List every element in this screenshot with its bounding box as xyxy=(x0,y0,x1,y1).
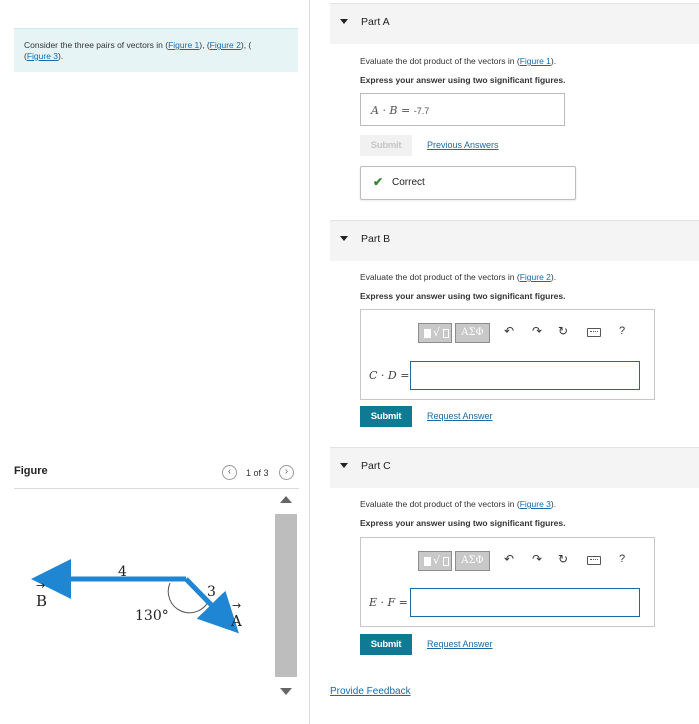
part-a-question-end: ). xyxy=(550,56,557,66)
figure-title: Figure xyxy=(14,465,48,477)
part-b-question-text: Evaluate the dot product of the vectors … xyxy=(360,272,520,282)
part-b-submit-button[interactable]: Submit xyxy=(360,406,412,427)
part-a-expression: A · B = -7.7 xyxy=(371,104,429,117)
vector-a-arrow-mark: → xyxy=(232,599,241,612)
part-b-request-answer-link[interactable]: Request Answer xyxy=(427,411,493,421)
figure-1-link[interactable]: Figure 1 xyxy=(168,40,199,50)
collapse-triangle-icon[interactable] xyxy=(340,463,348,468)
vector-a-label: A xyxy=(230,612,242,630)
figure-scrollbar[interactable] xyxy=(275,496,297,704)
undo-icon[interactable]: ↶ xyxy=(504,552,514,566)
part-b-expression: C · D = xyxy=(369,369,410,382)
part-b-title: Part B xyxy=(361,233,391,245)
greek-symbols-button[interactable]: ΑΣΦ xyxy=(455,323,490,343)
intro-sep-1: ), ( xyxy=(199,40,210,50)
part-a-question: Evaluate the dot product of the vectors … xyxy=(360,56,556,66)
provide-feedback-link[interactable]: Provide Feedback xyxy=(330,686,411,697)
figure-2-link[interactable]: Figure 2 xyxy=(210,40,241,50)
part-c-instruction: Express your answer using two significan… xyxy=(360,518,566,528)
vector-b-length: 4 xyxy=(118,564,127,580)
previous-answers-link[interactable]: Previous Answers xyxy=(427,140,499,150)
redo-icon[interactable]: ↷ xyxy=(532,324,542,338)
part-c-question: Evaluate the dot product of the vectors … xyxy=(360,499,556,509)
undo-icon[interactable]: ↶ xyxy=(504,324,514,338)
part-a-question-text: Evaluate the dot product of the vectors … xyxy=(360,56,520,66)
chevron-right-icon[interactable]: › xyxy=(279,465,294,480)
vector-figure: B → 4 3 130° A → xyxy=(31,559,242,634)
part-c-request-answer-link[interactable]: Request Answer xyxy=(427,639,493,649)
chevron-left-icon[interactable]: ‹ xyxy=(222,465,237,480)
part-c-expression: E · F = xyxy=(369,596,408,609)
help-icon[interactable]: ? xyxy=(619,553,625,565)
angle-label: 130° xyxy=(135,608,169,624)
part-b-math-panel: √ ΑΣΦ ↶ ↷ ↻ ? C · D = xyxy=(360,309,655,400)
part-a-title: Part A xyxy=(361,16,390,28)
problem-intro: Consider the three pairs of vectors in (… xyxy=(14,28,298,72)
keyboard-icon[interactable] xyxy=(587,556,601,565)
part-b-header[interactable]: Part B xyxy=(330,220,699,261)
scroll-thumb[interactable] xyxy=(275,514,297,677)
column-divider xyxy=(309,0,310,724)
reset-icon[interactable]: ↻ xyxy=(558,324,568,338)
part-c-title: Part C xyxy=(361,460,391,472)
help-icon[interactable]: ? xyxy=(619,325,625,337)
collapse-triangle-icon[interactable] xyxy=(340,236,348,241)
part-c-answer-input[interactable] xyxy=(410,588,640,617)
part-a-answer-value: -7.7 xyxy=(413,106,430,116)
part-c-math-panel: √ ΑΣΦ ↶ ↷ ↻ ? E · F = xyxy=(360,537,655,627)
figure-3-link[interactable]: Figure 3 xyxy=(27,51,58,61)
part-b-figure-link[interactable]: Figure 2 xyxy=(520,272,551,282)
part-a-result-box: ✔ Correct xyxy=(360,166,576,200)
part-a-submit-button[interactable]: Submit xyxy=(360,135,412,156)
templates-button[interactable]: √ xyxy=(418,323,452,343)
part-a-expression-text: A · B = xyxy=(371,104,411,117)
part-b-answer-input[interactable] xyxy=(410,361,640,390)
part-a-header[interactable]: Part A xyxy=(330,3,699,44)
check-icon: ✔ xyxy=(373,175,384,189)
part-b-question: Evaluate the dot product of the vectors … xyxy=(360,272,556,282)
intro-sep-2: ), ( xyxy=(240,40,252,50)
intro-text-end: ). xyxy=(58,51,64,61)
vector-b-label: B xyxy=(36,592,47,610)
figure-header: Figure ‹ 1 of 3 › xyxy=(14,462,299,489)
vector-a-length: 3 xyxy=(207,584,216,600)
scroll-down-icon[interactable] xyxy=(280,688,292,695)
part-a-result-text: Correct xyxy=(392,177,425,188)
part-a-answer-box: A · B = -7.7 xyxy=(360,93,565,126)
part-b-instruction: Express your answer using two significan… xyxy=(360,291,566,301)
figure-pager-count: 1 of 3 xyxy=(246,468,269,478)
vector-b-arrow-mark: → xyxy=(36,579,45,592)
part-c-submit-button[interactable]: Submit xyxy=(360,634,412,655)
collapse-triangle-icon[interactable] xyxy=(340,19,348,24)
keyboard-icon[interactable] xyxy=(587,328,601,337)
redo-icon[interactable]: ↷ xyxy=(532,552,542,566)
templates-button[interactable]: √ xyxy=(418,551,452,571)
scroll-up-icon[interactable] xyxy=(280,496,292,503)
greek-symbols-button[interactable]: ΑΣΦ xyxy=(455,551,490,571)
part-c-question-end: ). xyxy=(550,499,557,509)
intro-text-start: Consider the three pairs of vectors in ( xyxy=(24,40,169,50)
part-b-question-end: ). xyxy=(550,272,557,282)
reset-icon[interactable]: ↻ xyxy=(558,552,568,566)
part-c-header[interactable]: Part C xyxy=(330,447,699,488)
part-c-question-text: Evaluate the dot product of the vectors … xyxy=(360,499,520,509)
part-a-figure-link[interactable]: Figure 1 xyxy=(520,56,551,66)
part-a-instruction: Express your answer using two significan… xyxy=(360,75,566,85)
part-c-figure-link[interactable]: Figure 3 xyxy=(520,499,551,509)
